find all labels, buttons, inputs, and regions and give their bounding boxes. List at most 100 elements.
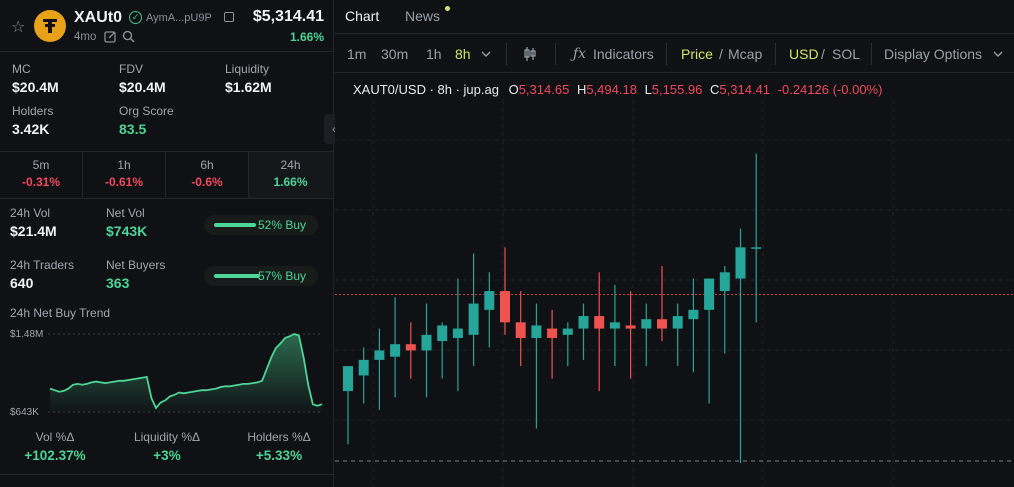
toolbar-divider: [775, 43, 776, 65]
candle-body: [751, 247, 762, 249]
token-change-24h: 1.66%: [289, 30, 324, 44]
buy-ratio-text: 52% Buy: [258, 218, 307, 232]
stat-value: 3.42K: [12, 121, 50, 137]
candle-body: [468, 303, 479, 335]
ohlc-open: 5,314.65: [518, 82, 570, 97]
buyer-ratio-bar: [214, 274, 260, 278]
stat-24h-vol: 24h Vol $21.4M: [10, 206, 57, 239]
trend-area: [50, 334, 322, 412]
candle-body: [578, 316, 589, 329]
stat-label: Org Score: [119, 104, 174, 118]
indicators-button[interactable]: Indicators: [593, 46, 654, 62]
mcap-toggle[interactable]: Mcap: [728, 46, 762, 62]
ohlc-o-key: O: [508, 82, 519, 97]
ohlc-pair: XAUT0/USD · 8h · jup.ag: [353, 82, 499, 97]
token-info-panel: ☆ XAUt0 ✓ AymA...pU9P $5,314.41 4mo 1.66…: [0, 0, 334, 487]
net-buy-trend-chart: $1.48M $643K: [10, 329, 323, 418]
buyer-ratio-text: 57% Buy: [258, 269, 307, 283]
toggle-slash: /: [821, 46, 825, 62]
trend-min-label: $643K: [10, 407, 39, 418]
candle-body: [672, 316, 683, 329]
timeframe-label: 24h: [280, 158, 301, 172]
stat-value: $20.4M: [119, 79, 166, 95]
indicators-icon[interactable]: ƒx: [573, 46, 586, 62]
verified-icon: ✓: [129, 11, 142, 24]
toolbar-divider: [555, 43, 556, 65]
candlestick-chart[interactable]: [335, 100, 1014, 487]
candle-body: [641, 319, 652, 329]
timeframe-5m[interactable]: 5m -0.31%: [0, 152, 83, 198]
divider: [0, 474, 334, 475]
candle-body: [704, 278, 715, 310]
interval-30m[interactable]: 30m: [381, 46, 408, 62]
candlestick-icon[interactable]: [523, 46, 537, 62]
timeframe-label: 6h: [200, 158, 214, 172]
display-options-button[interactable]: Display Options: [884, 46, 982, 62]
search-icon[interactable]: [122, 30, 135, 43]
ohlc-c-key: C: [710, 82, 720, 97]
candle-body: [609, 322, 620, 329]
timeframe-1h[interactable]: 1h -0.61%: [83, 152, 166, 198]
stat-holders: Holders 3.42K: [12, 104, 53, 137]
stat-org-score: Org Score 83.5: [119, 104, 174, 137]
buy-ratio-bar: [214, 223, 256, 227]
timeframe-24h[interactable]: 24h 1.66%: [249, 152, 332, 198]
candle-body: [358, 359, 369, 376]
chart-toolbar: 1m 30m 1h 8h ƒx Indicators Price / Mcap …: [335, 35, 1014, 73]
sol-toggle[interactable]: SOL: [832, 46, 860, 62]
token-logo: [34, 10, 66, 42]
interval-1m[interactable]: 1m: [347, 46, 366, 62]
stat-label: MC: [12, 62, 31, 76]
interval-1h[interactable]: 1h: [426, 46, 442, 62]
tab-chart[interactable]: Chart: [345, 8, 379, 24]
footer-vol-change: Vol %Δ +102.37%: [10, 430, 100, 463]
interval-8h[interactable]: 8h: [455, 46, 471, 62]
chart-panel: Chart News 1m 30m 1h 8h ƒx Indicators Pr…: [335, 0, 1014, 487]
price-toggle[interactable]: Price: [681, 46, 713, 62]
stat-label: Net Vol: [106, 206, 145, 220]
stat-value: 640: [10, 275, 34, 291]
stat-value: $20.4M: [12, 79, 59, 95]
ohlc-change: -0.24126 (-0.00%): [777, 82, 883, 97]
candle-body: [374, 350, 385, 360]
chevron-down-icon[interactable]: [481, 50, 491, 58]
timeframe-6h[interactable]: 6h -0.6%: [166, 152, 249, 198]
star-icon[interactable]: ☆: [11, 17, 25, 37]
candle-body: [390, 344, 401, 357]
stat-fdv: FDV $20.4M: [119, 62, 166, 95]
stat-label: Net Buyers: [106, 258, 166, 272]
stat-label: 24h Vol: [10, 206, 51, 220]
buyer-ratio-pill: 57% Buy: [204, 266, 318, 286]
usd-toggle[interactable]: USD: [789, 46, 819, 62]
timeframe-value: -0.61%: [104, 175, 144, 189]
stat-liquidity: Liquidity $1.62M: [225, 62, 272, 95]
footer-label: Holders %Δ: [247, 430, 311, 444]
chart-tabs: Chart News: [335, 0, 1014, 34]
candle-body: [531, 325, 542, 338]
edit-icon[interactable]: [104, 30, 117, 43]
token-age: 4mo: [74, 31, 97, 43]
candle-body: [452, 328, 463, 338]
token-address[interactable]: AymA...pU9P: [146, 12, 212, 24]
token-symbol: XAUt0: [74, 9, 123, 26]
candle-body: [484, 291, 495, 310]
ohlc-legend: XAUT0/USD · 8h · jup.ag O5,314.65 H5,494…: [353, 82, 882, 97]
copy-icon[interactable]: [224, 12, 234, 22]
timeframe-value: -0.6%: [191, 175, 223, 189]
buy-ratio-pill: 52% Buy: [204, 215, 318, 235]
footer-value: +5.33%: [255, 448, 303, 463]
footer-value: +102.37%: [24, 448, 86, 463]
tab-news[interactable]: News: [405, 8, 440, 24]
trend-max-label: $1.48M: [10, 329, 43, 340]
timeframe-value: 1.66%: [273, 175, 308, 189]
stat-value: 363: [106, 275, 130, 291]
footer-liquidity-change: Liquidity %Δ +3%: [122, 430, 212, 463]
candle-body: [594, 316, 605, 329]
candle-body: [343, 366, 353, 392]
timeframe-label: 1h: [117, 158, 131, 172]
chevron-down-icon[interactable]: [993, 50, 1003, 58]
toolbar-divider: [666, 43, 667, 65]
token-logo-icon: [43, 19, 57, 33]
trend-title: 24h Net Buy Trend: [10, 306, 111, 320]
token-price: $5,314.41: [252, 8, 324, 25]
